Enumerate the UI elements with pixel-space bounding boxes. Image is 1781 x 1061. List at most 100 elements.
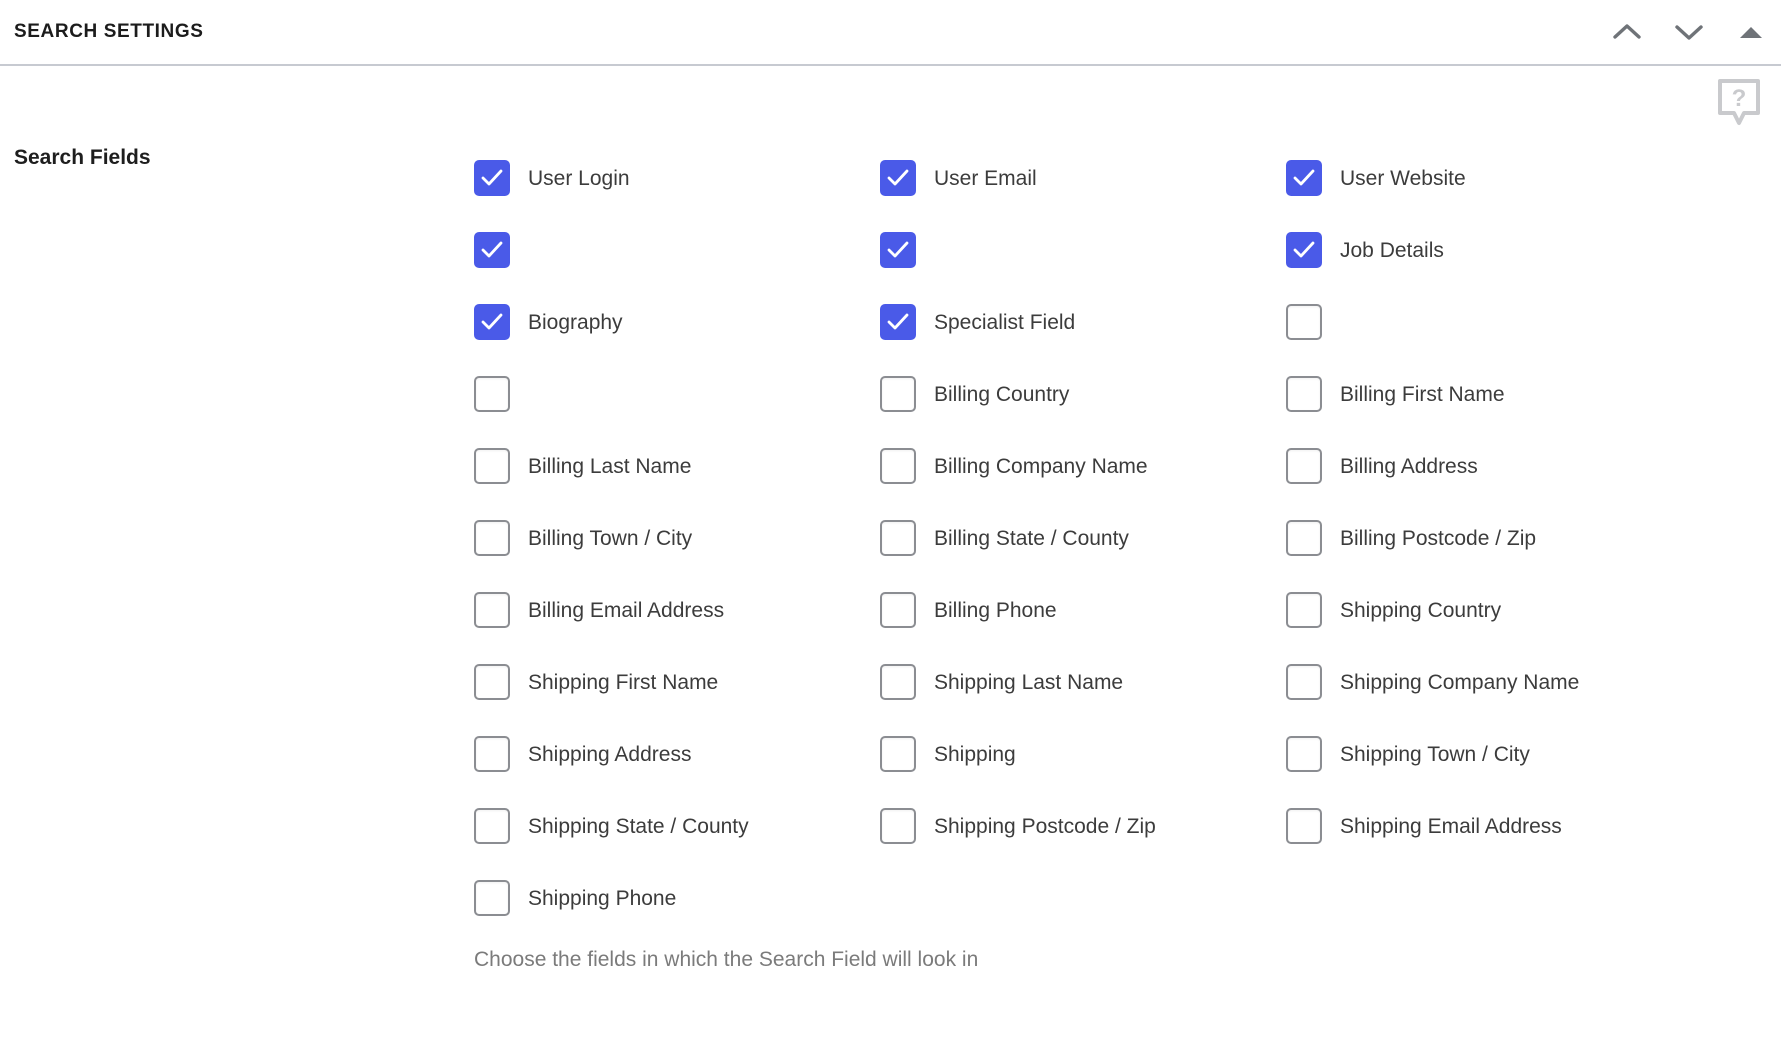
search-field-checkbox-label: Job Details <box>1340 238 1444 262</box>
search-field-checkbox-label: Shipping Town / City <box>1340 742 1530 766</box>
search-field-checkbox-item[interactable]: Billing State / County <box>880 502 1286 574</box>
search-field-checkbox-item[interactable]: User Website <box>1286 142 1692 214</box>
search-field-checkbox-label: Billing Phone <box>934 598 1057 622</box>
triangle-up-icon[interactable] <box>1733 14 1769 50</box>
checkbox-unchecked-icon[interactable] <box>1286 808 1322 844</box>
search-field-checkbox-label: Shipping Address <box>528 742 692 766</box>
panel-header: SEARCH SETTINGS <box>0 0 1781 66</box>
search-field-checkbox-item[interactable] <box>1286 286 1692 358</box>
checkbox-checked-icon[interactable] <box>474 160 510 196</box>
search-field-checkbox-label: Shipping Country <box>1340 598 1502 622</box>
checkbox-unchecked-icon[interactable] <box>880 808 916 844</box>
checkbox-unchecked-icon[interactable] <box>474 520 510 556</box>
panel-header-actions <box>1609 0 1769 64</box>
search-field-checkbox-label: Billing Country <box>934 382 1070 406</box>
search-field-checkbox-item[interactable]: User Email <box>880 142 1286 214</box>
search-field-checkbox-label: User Email <box>934 166 1037 190</box>
search-field-checkbox-label: Billing Town / City <box>528 526 693 550</box>
checkbox-unchecked-icon[interactable] <box>880 736 916 772</box>
search-field-checkbox-label: Shipping Company Name <box>1340 670 1580 694</box>
search-field-checkbox-label: Billing First Name <box>1340 382 1505 406</box>
checkbox-unchecked-icon[interactable] <box>880 520 916 556</box>
checkbox-unchecked-icon[interactable] <box>880 664 916 700</box>
checkbox-checked-icon[interactable] <box>880 160 916 196</box>
checkbox-checked-icon[interactable] <box>474 304 510 340</box>
checkbox-unchecked-icon[interactable] <box>474 880 510 916</box>
search-field-checkbox-item[interactable]: Billing Postcode / Zip <box>1286 502 1692 574</box>
chevron-down-icon[interactable] <box>1671 14 1707 50</box>
search-field-checkbox-item[interactable]: Billing Company Name <box>880 430 1286 502</box>
search-field-checkbox-label: Shipping <box>934 742 1016 766</box>
panel-body: Search Fields User Login User Email User W… <box>0 66 1781 972</box>
search-fields-label: Search Fields <box>14 146 151 169</box>
checkbox-checked-icon[interactable] <box>474 232 510 268</box>
search-field-checkbox-item[interactable] <box>474 358 880 430</box>
search-field-checkbox-item[interactable]: Shipping Town / City <box>1286 718 1692 790</box>
search-field-checkbox-item[interactable]: Billing Address <box>1286 430 1692 502</box>
search-field-checkbox-label: Billing State / County <box>934 526 1129 550</box>
search-field-checkbox-label: Shipping Phone <box>528 886 677 910</box>
search-field-checkbox-label: Shipping First Name <box>528 670 719 694</box>
search-field-checkbox-item[interactable]: Shipping Address <box>474 718 880 790</box>
search-field-checkbox-item[interactable]: Shipping Country <box>1286 574 1692 646</box>
search-field-checkbox-label: Shipping Postcode / Zip <box>934 814 1156 838</box>
search-field-checkbox-item[interactable]: Shipping Company Name <box>1286 646 1692 718</box>
search-fields-row: Search Fields User Login User Email User W… <box>0 142 1781 934</box>
search-field-checkbox-item[interactable] <box>880 214 1286 286</box>
search-field-checkbox-item[interactable]: Billing Phone <box>880 574 1286 646</box>
search-field-checkbox-label: Billing Address <box>1340 454 1478 478</box>
search-field-checkbox-label: Shipping Last Name <box>934 670 1124 694</box>
search-field-checkbox-item[interactable]: User Login <box>474 142 880 214</box>
checkbox-unchecked-icon[interactable] <box>880 376 916 412</box>
checkbox-unchecked-icon[interactable] <box>474 664 510 700</box>
checkbox-unchecked-icon[interactable] <box>1286 664 1322 700</box>
search-field-checkbox-item[interactable]: Billing Town / City <box>474 502 880 574</box>
search-field-checkbox-item[interactable]: Billing Email Address <box>474 574 880 646</box>
search-field-checkbox-item[interactable]: Shipping <box>880 718 1286 790</box>
search-fields-checkbox-grid: User Login User Email User Website Job Deta… <box>474 142 1781 934</box>
checkbox-unchecked-icon[interactable] <box>1286 592 1322 628</box>
checkbox-unchecked-icon[interactable] <box>474 448 510 484</box>
search-field-checkbox-item[interactable]: Shipping Email Address <box>1286 790 1692 862</box>
search-field-checkbox-item[interactable]: Specialist Field <box>880 286 1286 358</box>
search-field-checkbox-item[interactable]: Shipping First Name <box>474 646 880 718</box>
chevron-up-icon[interactable] <box>1609 14 1645 50</box>
checkbox-checked-icon[interactable] <box>880 232 916 268</box>
search-field-checkbox-label: User Website <box>1340 166 1466 190</box>
search-field-checkbox-label: Billing Last Name <box>528 454 692 478</box>
page-title: SEARCH SETTINGS <box>14 21 204 42</box>
search-fields-helper-text: Choose the fields in which the Search Fi… <box>474 948 979 971</box>
checkbox-unchecked-icon[interactable] <box>474 808 510 844</box>
checkbox-unchecked-icon[interactable] <box>1286 736 1322 772</box>
search-field-checkbox-label: User Login <box>528 166 630 190</box>
search-field-checkbox-item[interactable]: Shipping Postcode / Zip <box>880 790 1286 862</box>
checkbox-checked-icon[interactable] <box>1286 160 1322 196</box>
checkbox-unchecked-icon[interactable] <box>1286 376 1322 412</box>
search-field-checkbox-item[interactable] <box>474 214 880 286</box>
search-field-checkbox-item[interactable]: Biography <box>474 286 880 358</box>
search-field-checkbox-item[interactable]: Shipping Last Name <box>880 646 1286 718</box>
checkbox-unchecked-icon[interactable] <box>474 592 510 628</box>
checkbox-unchecked-icon[interactable] <box>880 448 916 484</box>
checkbox-unchecked-icon[interactable] <box>474 376 510 412</box>
search-field-checkbox-item[interactable]: Billing Country <box>880 358 1286 430</box>
search-field-checkbox-label: Shipping Email Address <box>1340 814 1562 838</box>
checkbox-unchecked-icon[interactable] <box>1286 448 1322 484</box>
search-field-checkbox-item[interactable]: Shipping Phone <box>474 862 880 934</box>
search-field-checkbox-label: Biography <box>528 310 623 334</box>
search-field-checkbox-label: Shipping State / County <box>528 814 749 838</box>
checkbox-unchecked-icon[interactable] <box>880 592 916 628</box>
search-field-checkbox-item[interactable]: Job Details <box>1286 214 1692 286</box>
checkbox-checked-icon[interactable] <box>880 304 916 340</box>
checkbox-unchecked-icon[interactable] <box>474 736 510 772</box>
search-field-checkbox-label: Specialist Field <box>934 310 1076 334</box>
checkbox-unchecked-icon[interactable] <box>1286 520 1322 556</box>
search-field-checkbox-label: Billing Email Address <box>528 598 725 622</box>
search-field-checkbox-label: Billing Company Name <box>934 454 1148 478</box>
search-field-checkbox-item[interactable]: Billing Last Name <box>474 430 880 502</box>
search-field-checkbox-item[interactable]: Shipping State / County <box>474 790 880 862</box>
search-field-checkbox-label: Billing Postcode / Zip <box>1340 526 1537 550</box>
search-field-checkbox-item[interactable]: Billing First Name <box>1286 358 1692 430</box>
checkbox-unchecked-icon[interactable] <box>1286 304 1322 340</box>
checkbox-checked-icon[interactable] <box>1286 232 1322 268</box>
